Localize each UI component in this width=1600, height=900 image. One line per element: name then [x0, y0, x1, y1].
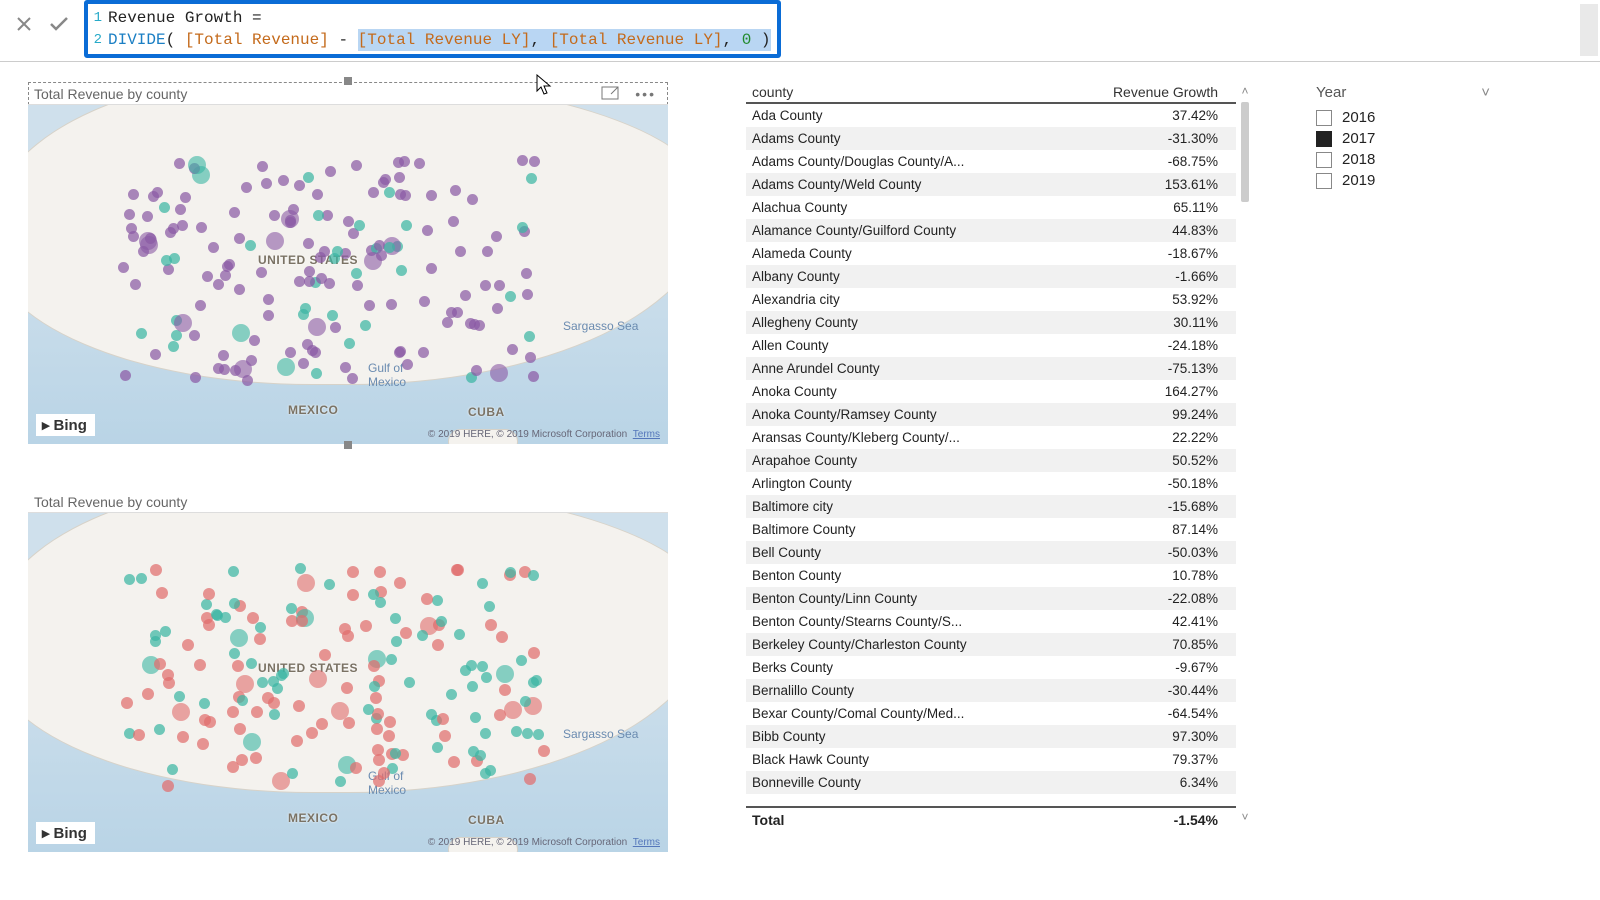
table-row[interactable]: Alachua County65.11% — [746, 196, 1236, 219]
table-row[interactable]: Allegheny County30.11% — [746, 311, 1236, 334]
table-row[interactable]: Arapahoe County50.52% — [746, 449, 1236, 472]
terms-link[interactable]: Terms — [633, 429, 660, 440]
slicer-item-2016[interactable]: 2016 — [1314, 107, 1494, 128]
table-row[interactable]: Alameda County-18.67% — [746, 242, 1236, 265]
slicer-item-2017[interactable]: 2017 — [1314, 128, 1494, 149]
slicer-item-2018[interactable]: 2018 — [1314, 149, 1494, 170]
table-row[interactable]: Bexar County/Comal County/Med...-64.54% — [746, 702, 1236, 725]
table-row[interactable]: Berkeley County/Charleston County70.85% — [746, 633, 1236, 656]
focus-mode-icon[interactable] — [601, 86, 619, 103]
table-row[interactable]: Black Hawk County79.37% — [746, 748, 1236, 771]
col-header-county[interactable]: county — [746, 84, 1076, 100]
map-visual-1[interactable]: Total Revenue by county ••• UNITED STATE… — [28, 82, 668, 444]
map1-body[interactable]: UNITED STATES MEXICO CUBA Sargasso Sea G… — [28, 104, 668, 444]
map-attribution: © 2019 HERE, © 2019 Microsoft Corporatio… — [428, 837, 660, 848]
formula-bar: 1 Revenue Growth = 2 DIVIDE( [Total Reve… — [0, 0, 1600, 62]
table-row[interactable]: Alexandria city53.92% — [746, 288, 1236, 311]
table-scrollbar[interactable]: ˄ ˅ — [1238, 84, 1252, 824]
table-total-row: Total -1.54% — [746, 806, 1236, 832]
table-row[interactable]: Alamance County/Guilford County44.83% — [746, 219, 1236, 242]
cancel-icon[interactable] — [14, 14, 34, 34]
col-header-growth[interactable]: Revenue Growth — [1076, 84, 1236, 100]
table-row[interactable]: Anoka County/Ramsey County99.24% — [746, 403, 1236, 426]
report-canvas: Total Revenue by county ••• UNITED STATE… — [0, 62, 1600, 872]
scroll-down-icon[interactable]: ˅ — [1238, 810, 1252, 824]
gutter-2: 2 — [90, 29, 108, 51]
table-visual[interactable]: county Revenue Growth Ada County37.42%Ad… — [746, 82, 1236, 852]
table-row[interactable]: Baltimore city-15.68% — [746, 495, 1236, 518]
table-row[interactable]: Aransas County/Kleberg County/...22.22% — [746, 426, 1236, 449]
table-row[interactable]: Ada County37.42% — [746, 104, 1236, 127]
chevron-down-icon[interactable]: ˅ — [1481, 84, 1490, 101]
gutter-1: 1 — [90, 7, 108, 29]
table-row[interactable]: Benton County/Linn County-22.08% — [746, 587, 1236, 610]
scroll-thumb[interactable] — [1241, 102, 1249, 202]
table-row[interactable]: Anoka County164.27% — [746, 380, 1236, 403]
terms-link[interactable]: Terms — [633, 837, 660, 848]
slicer-item-2019[interactable]: 2019 — [1314, 170, 1494, 191]
table-row[interactable]: Adams County/Douglas County/A...-68.75% — [746, 150, 1236, 173]
table-row[interactable]: Arlington County-50.18% — [746, 472, 1236, 495]
map-visual-2[interactable]: Total Revenue by county UNITED STATES ME… — [28, 490, 668, 852]
checkbox-icon[interactable] — [1316, 152, 1332, 168]
more-options-icon[interactable]: ••• — [635, 86, 656, 102]
table-row[interactable]: Adams County-31.30% — [746, 127, 1236, 150]
bing-logo: Bing — [36, 414, 95, 436]
bing-logo: Bing — [36, 822, 95, 844]
formula-scrollbar[interactable] — [1580, 4, 1598, 56]
table-row[interactable]: Bell County-50.03% — [746, 541, 1236, 564]
checkbox-icon[interactable] — [1316, 110, 1332, 126]
checkbox-icon[interactable] — [1316, 131, 1332, 147]
table-row[interactable]: Benton County10.78% — [746, 564, 1236, 587]
formula-editor[interactable]: 1 Revenue Growth = 2 DIVIDE( [Total Reve… — [84, 0, 781, 58]
map2-title: Total Revenue by county — [34, 494, 187, 510]
table-header: county Revenue Growth — [746, 82, 1236, 104]
table-row[interactable]: Allen County-24.18% — [746, 334, 1236, 357]
checkbox-icon[interactable] — [1316, 173, 1332, 189]
table-row[interactable]: Baltimore County87.14% — [746, 518, 1236, 541]
scroll-up-icon[interactable]: ˄ — [1238, 84, 1252, 98]
table-body: Ada County37.42%Adams County-31.30%Adams… — [746, 104, 1236, 804]
map2-body[interactable]: UNITED STATES MEXICO CUBA Sargasso Sea G… — [28, 512, 668, 852]
map1-title: Total Revenue by county — [34, 86, 187, 102]
table-row[interactable]: Albany County-1.66% — [746, 265, 1236, 288]
table-row[interactable]: Anne Arundel County-75.13% — [746, 357, 1236, 380]
table-row[interactable]: Berks County-9.67% — [746, 656, 1236, 679]
year-slicer[interactable]: Year ˅ 2016201720182019 — [1314, 82, 1494, 852]
table-row[interactable]: Benton County/Stearns County/S...42.41% — [746, 610, 1236, 633]
table-row[interactable]: Bibb County97.30% — [746, 725, 1236, 748]
map-attribution: © 2019 HERE, © 2019 Microsoft Corporatio… — [428, 429, 660, 440]
table-row[interactable]: Bonneville County6.34% — [746, 771, 1236, 794]
table-row[interactable]: Bernalillo County-30.44% — [746, 679, 1236, 702]
commit-icon[interactable] — [48, 14, 70, 34]
table-row[interactable]: Adams County/Weld County153.61% — [746, 173, 1236, 196]
slicer-title: Year — [1316, 84, 1346, 101]
measure-name: Revenue Growth = — [108, 7, 262, 29]
